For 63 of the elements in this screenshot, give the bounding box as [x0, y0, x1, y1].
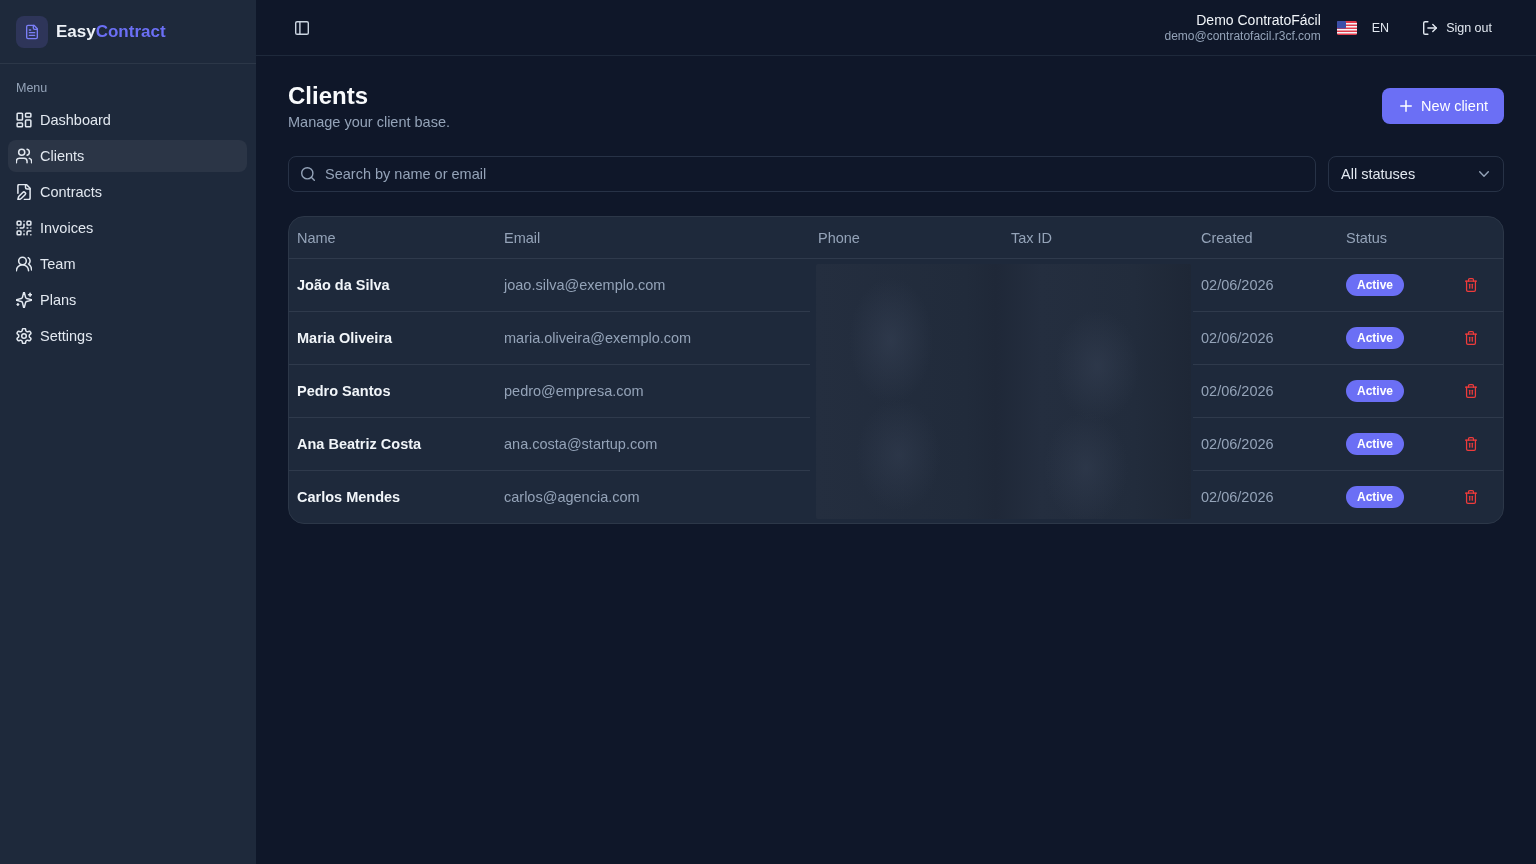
column-header: Name [297, 229, 336, 246]
created-date: 02/06/2026 [1201, 277, 1274, 293]
menu-section-label: Menu [15, 80, 49, 96]
created-date: 02/06/2026 [1201, 489, 1274, 505]
dashboard-grid-icon [16, 112, 32, 128]
page-subtitle: Manage your client base. [288, 113, 450, 132]
user-name: Demo ContratoFácil [1195, 11, 1321, 29]
search-icon [301, 167, 315, 181]
plus-icon [1400, 100, 1413, 112]
column-header: Created [1201, 229, 1253, 246]
user-email: demo@contratofacil.r3cf.com [1164, 28, 1321, 44]
log-out-icon [1423, 20, 1438, 35]
sign-out-button[interactable]: Sign out [1411, 14, 1504, 41]
client-name: Pedro Santos [297, 383, 391, 399]
nav-item[interactable]: Settings [8, 320, 247, 352]
nav-item[interactable]: Plans [8, 284, 247, 316]
column-header: Email [504, 229, 541, 246]
status-badge: Active [1346, 327, 1405, 349]
page-title: Clients [288, 81, 369, 111]
chevron-down-icon [1479, 171, 1489, 177]
new-client-button[interactable]: New client [1382, 88, 1504, 124]
settings-icon [16, 328, 32, 344]
language-button[interactable]: EN [1336, 14, 1400, 41]
nav-item[interactable]: Clients [8, 140, 247, 172]
sparkles-icon [16, 292, 32, 308]
flag-icon [1336, 20, 1357, 35]
status-badge: Active [1346, 274, 1405, 296]
client-email: joao.silva@exemplo.com [504, 277, 666, 293]
qr-code-icon [16, 220, 32, 236]
column-header: Status [1346, 229, 1388, 246]
status-badge: Active [1346, 433, 1405, 455]
search-field[interactable]: Search by name or email [288, 156, 1316, 192]
users-icon [16, 148, 32, 164]
created-date: 02/06/2026 [1201, 383, 1274, 399]
client-email: pedro@empresa.com [504, 383, 644, 399]
nav-item[interactable]: Team [8, 248, 247, 280]
nav-item[interactable]: Invoices [8, 212, 247, 244]
status-badge: Active [1346, 380, 1405, 402]
client-name: Carlos Mendes [297, 489, 401, 505]
brand-name: EasyContract [56, 21, 166, 42]
client-email: carlos@agencia.com [504, 489, 640, 505]
trash-icon[interactable] [1465, 278, 1477, 292]
trash-icon[interactable] [1465, 490, 1477, 504]
client-name: João da Silva [297, 277, 390, 293]
trash-icon[interactable] [1465, 437, 1477, 451]
client-email: maria.oliveira@exemplo.com [504, 330, 692, 346]
client-name: Maria Oliveira [297, 330, 393, 346]
people-icon [16, 256, 32, 272]
nav-item[interactable]: Contracts [8, 176, 247, 208]
trash-icon[interactable] [1465, 331, 1477, 345]
sidebar-toggle-icon[interactable] [295, 20, 309, 35]
document-logo-icon [16, 15, 48, 48]
created-date: 02/06/2026 [1201, 330, 1274, 346]
trash-icon[interactable] [1465, 384, 1477, 398]
document-pen-icon [16, 184, 32, 200]
status-badge: Active [1346, 486, 1405, 508]
column-header: Tax ID [1011, 229, 1053, 246]
nav-item[interactable]: Dashboard [8, 104, 247, 136]
created-date: 02/06/2026 [1201, 436, 1274, 452]
status-select[interactable]: All statuses [1328, 156, 1504, 192]
column-header: Phone [818, 229, 860, 246]
client-name: Ana Beatriz Costa [297, 436, 422, 452]
client-email: ana.costa@startup.com [504, 436, 658, 452]
